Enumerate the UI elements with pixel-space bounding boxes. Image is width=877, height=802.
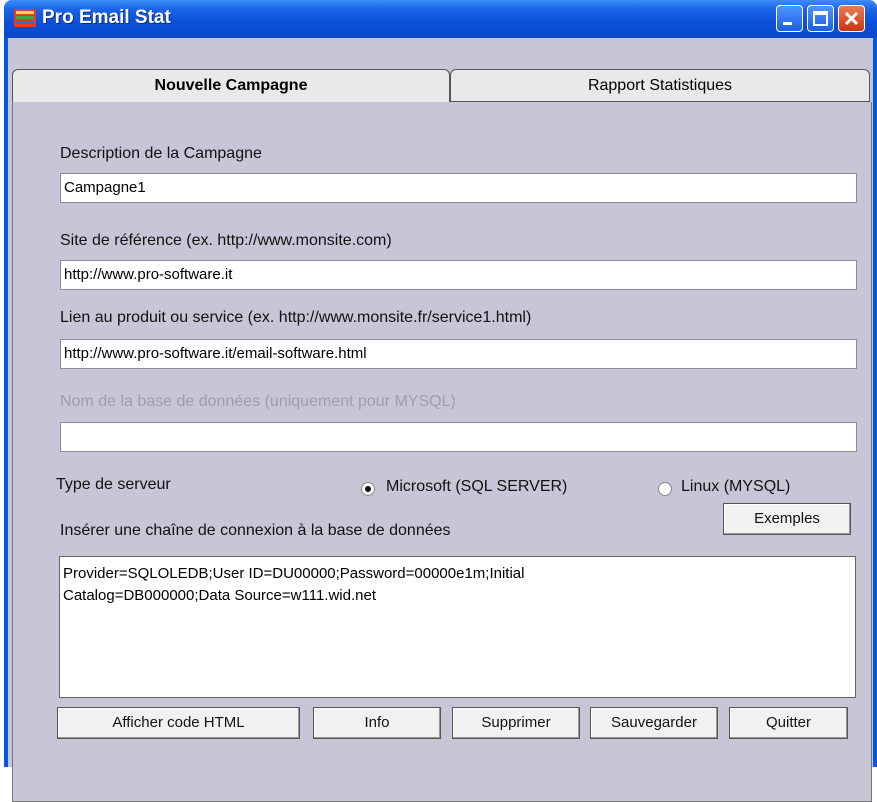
save-button[interactable]: Sauvegarder (590, 707, 718, 739)
maximize-icon (813, 11, 828, 26)
site-input[interactable]: http://www.pro-software.it (60, 260, 857, 290)
radio-mysql[interactable] (658, 482, 672, 496)
dbname-label: Nom de la base de données (uniquement po… (60, 393, 456, 410)
tab-nouvelle-campagne[interactable]: Nouvelle Campagne (12, 69, 450, 103)
quit-button[interactable]: Quitter (729, 707, 848, 739)
window-client-area: Nouvelle Campagne Rapport Statistiques D… (8, 38, 873, 802)
window-title: Pro Email Stat (42, 7, 171, 28)
connection-label: Insérer une chaîne de connexion à la bas… (60, 522, 451, 539)
show-html-code-button[interactable]: Afficher code HTML (57, 707, 300, 739)
minimize-button[interactable] (776, 5, 803, 32)
radio-sql-server-label[interactable]: Microsoft (SQL SERVER) (386, 478, 567, 496)
tab-rapport-statistiques[interactable]: Rapport Statistiques (450, 69, 870, 102)
examples-button[interactable]: Exemples (723, 503, 851, 535)
dbname-input[interactable] (60, 422, 857, 452)
app-window: Pro Email Stat Nouvelle Campagne Rapport… (4, 0, 877, 802)
maximize-button[interactable] (807, 5, 834, 32)
delete-button[interactable]: Supprimer (452, 707, 580, 739)
minimize-icon (783, 22, 792, 25)
radio-sql-server[interactable] (361, 482, 375, 496)
connection-string-input[interactable]: Provider=SQLOLEDB;User ID=DU00000;Passwo… (59, 556, 856, 698)
title-bar[interactable]: Pro Email Stat (4, 0, 877, 38)
close-icon (844, 11, 859, 26)
link-input[interactable]: http://www.pro-software.it/email-softwar… (60, 339, 857, 369)
app-icon (14, 9, 36, 27)
radio-selected-dot (365, 486, 371, 492)
server-type-label: Type de serveur (56, 476, 171, 493)
site-label: Site de référence (ex. http://www.monsit… (60, 232, 392, 249)
close-button[interactable] (838, 5, 865, 32)
link-label: Lien au produit ou service (ex. http://w… (60, 309, 532, 326)
radio-mysql-label[interactable]: Linux (MYSQL) (681, 478, 790, 496)
info-button[interactable]: Info (313, 707, 441, 739)
description-label: Description de la Campagne (60, 145, 262, 162)
description-input[interactable]: Campagne1 (60, 173, 857, 203)
